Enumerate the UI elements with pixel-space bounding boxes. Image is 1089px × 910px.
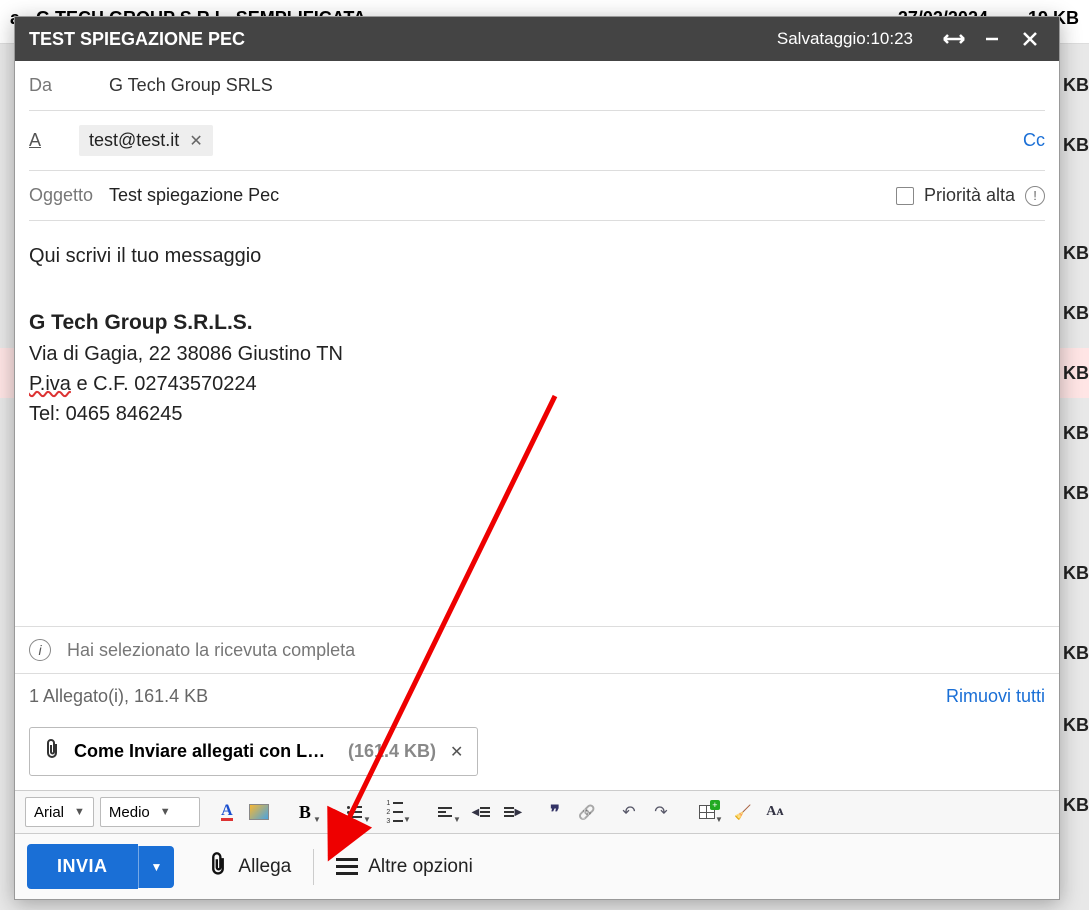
outdent-icon: ◀ — [472, 807, 491, 818]
attach-button[interactable]: Allega — [208, 851, 291, 883]
signature-name: G Tech Group S.R.L.S. — [29, 307, 1045, 339]
quote-icon: ❞ — [550, 802, 560, 823]
bullet-list-button[interactable]: ▼ — [336, 797, 374, 827]
font-family-select[interactable]: Arial▼ — [25, 797, 94, 827]
cc-button[interactable]: Cc — [1023, 130, 1045, 151]
numbered-list-icon: 123 — [386, 800, 403, 825]
indent-icon: ▶ — [504, 807, 523, 818]
attachment-filename: Come Inviare allegati con La… — [74, 741, 334, 762]
priority-label: Priorità alta — [924, 185, 1015, 206]
signature-tel: Tel: 0465 846245 — [29, 399, 1045, 429]
close-icon[interactable] — [1015, 24, 1045, 54]
highlight-icon — [249, 804, 269, 820]
attachments-header: 1 Allegato(i), 161.4 KB Rimuovi tutti — [15, 673, 1059, 719]
to-row[interactable]: A test@test.it ✕ Cc — [29, 111, 1045, 171]
numbered-list-button[interactable]: 123 ▼ — [376, 797, 414, 827]
link-icon — [578, 804, 595, 821]
paperclip-icon — [208, 851, 228, 883]
remove-attachment-icon[interactable]: ✕ — [450, 742, 463, 762]
attachments-summary: 1 Allegato(i), 161.4 KB — [29, 686, 208, 707]
format-toolbar: Arial▼ Medio▼ A B▼ ▼ 123 ▼ ▼ — [15, 790, 1059, 833]
font-size-select[interactable]: Medio▼ — [100, 797, 200, 827]
recipient-email: test@test.it — [89, 130, 179, 151]
signature-address: Via di Gagia, 22 38086 Giustino TN — [29, 339, 1045, 369]
subject-row[interactable]: Oggetto Test spiegazione Pec Priorità al… — [29, 171, 1045, 221]
font-icon: Aᴀ — [766, 804, 783, 820]
message-body[interactable]: Qui scrivi il tuo messaggio G Tech Group… — [15, 221, 1059, 626]
link-button[interactable] — [572, 797, 602, 827]
divider — [313, 849, 314, 885]
undo-button[interactable]: ↶ — [614, 797, 644, 827]
expand-horizontal-icon[interactable] — [939, 24, 969, 54]
clear-format-button[interactable]: 🧹 — [728, 797, 758, 827]
priority-info-icon[interactable]: ! — [1025, 186, 1045, 206]
chevron-down-icon: ▼ — [74, 806, 85, 818]
chevron-down-icon: ▼ — [160, 806, 171, 818]
eraser-icon: 🧹 — [734, 804, 751, 821]
titlebar: TEST SPIEGAZIONE PEC Salvataggio:10:23 — [15, 17, 1059, 61]
attachment-filesize: (161.4 KB) — [348, 741, 436, 762]
align-button[interactable]: ▼ — [426, 797, 464, 827]
send-button[interactable]: INVIA — [27, 844, 138, 889]
outdent-button[interactable]: ◀ — [466, 797, 496, 827]
from-label: Da — [29, 75, 109, 96]
minimize-icon[interactable] — [977, 24, 1007, 54]
undo-icon: ↶ — [622, 802, 635, 822]
from-row: Da G Tech Group SRLS — [29, 61, 1045, 111]
table-icon: + — [699, 805, 715, 819]
send-dropdown[interactable]: ▼ — [138, 846, 175, 888]
attach-label: Allega — [238, 856, 291, 878]
highlight-color-button[interactable] — [244, 797, 274, 827]
priority-toggle[interactable]: Priorità alta ! — [896, 185, 1045, 206]
chevron-down-icon: ▼ — [151, 860, 163, 874]
paperclip-icon — [44, 738, 60, 765]
insert-table-button[interactable]: +▼ — [688, 797, 726, 827]
font-settings-button[interactable]: Aᴀ — [760, 797, 790, 827]
more-options-button[interactable]: Altre opzioni — [336, 856, 473, 878]
send-bar: INVIA ▼ Allega Altre opzioni — [15, 833, 1059, 899]
info-icon[interactable]: i — [29, 639, 51, 661]
redo-icon: ↷ — [654, 802, 667, 822]
indent-button[interactable]: ▶ — [498, 797, 528, 827]
align-left-icon — [438, 807, 452, 817]
bold-button[interactable]: B▼ — [286, 797, 324, 827]
receipt-text: Hai selezionato la ricevuta completa — [67, 640, 355, 661]
subject-value[interactable]: Test spiegazione Pec — [109, 185, 896, 206]
subject-label: Oggetto — [29, 185, 109, 206]
blockquote-button[interactable]: ❞ — [540, 797, 570, 827]
remove-all-button[interactable]: Rimuovi tutti — [946, 686, 1045, 707]
priority-checkbox[interactable] — [896, 187, 914, 205]
recipient-chip[interactable]: test@test.it ✕ — [79, 125, 213, 156]
receipt-info-row: i Hai selezionato la ricevuta completa — [15, 626, 1059, 673]
compose-window: TEST SPIEGAZIONE PEC Salvataggio:10:23 D… — [14, 16, 1060, 900]
autosave-status: Salvataggio:10:23 — [777, 29, 913, 49]
redo-button[interactable]: ↷ — [646, 797, 676, 827]
more-options-label: Altre opzioni — [368, 856, 473, 878]
to-label[interactable]: A — [29, 130, 79, 151]
from-value[interactable]: G Tech Group SRLS — [109, 75, 273, 96]
remove-recipient-icon[interactable]: ✕ — [189, 131, 202, 151]
piva-underline: P.iva — [29, 373, 71, 395]
font-color-button[interactable]: A — [212, 797, 242, 827]
bold-icon: B — [299, 802, 311, 823]
attachment-pill[interactable]: Come Inviare allegati con La… (161.4 KB)… — [29, 727, 478, 776]
window-title: TEST SPIEGAZIONE PEC — [29, 29, 777, 50]
body-text: Qui scrivi il tuo messaggio — [29, 241, 1045, 271]
attachments-list: Come Inviare allegati con La… (161.4 KB)… — [15, 719, 1059, 790]
font-color-icon: A — [221, 804, 233, 821]
signature-piva: P.iva e C.F. 02743570224 — [29, 369, 1045, 399]
menu-icon — [336, 858, 358, 875]
bullet-list-icon — [347, 806, 362, 819]
